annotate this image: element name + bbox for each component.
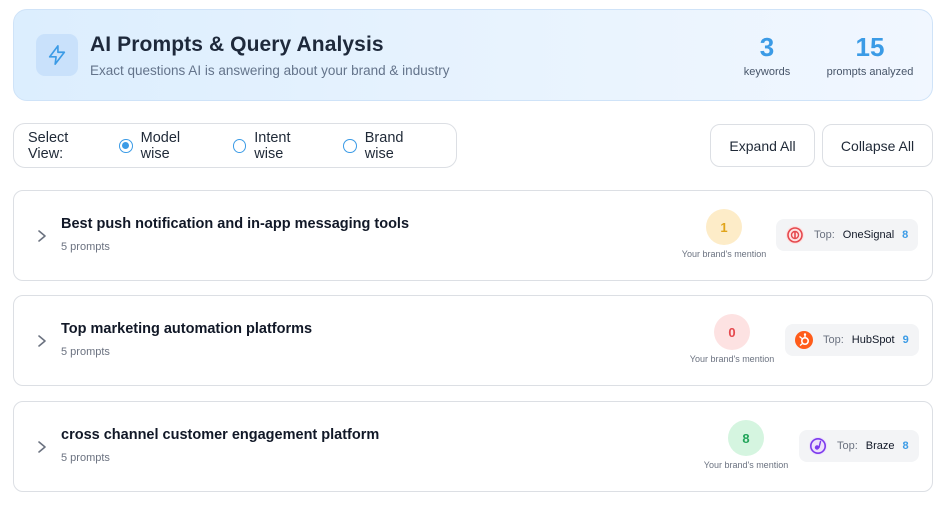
radio-brand-wise[interactable]: Brand wise <box>343 130 434 162</box>
keyword-card[interactable]: cross channel customer engagement platfo… <box>13 401 933 492</box>
radio-unchecked-icon[interactable] <box>232 138 247 153</box>
keyword-card[interactable]: Top marketing automation platforms 5 pro… <box>13 295 933 386</box>
chevron-right-icon[interactable] <box>36 229 48 243</box>
top-brand-pill: Top: OneSignal 8 <box>776 219 919 251</box>
keyword-card[interactable]: Best push notification and in-app messag… <box>13 190 933 281</box>
mention-count-badge: 1 <box>706 209 742 245</box>
top-label: Top: <box>814 229 835 241</box>
page-subtitle: Exact questions AI is answering about yo… <box>90 63 450 78</box>
mention-label: Your brand's mention <box>703 460 789 470</box>
prompt-count: 5 prompts <box>61 452 110 464</box>
top-brand-name: OneSignal <box>842 229 895 241</box>
keywords-label: keywords <box>743 66 791 78</box>
keyword-title: Best push notification and in-app messag… <box>61 216 410 232</box>
chevron-right-icon[interactable] <box>36 334 48 348</box>
keywords-stat: 3 keywords <box>734 31 800 78</box>
radio-intent-wise-label: Intent wise <box>254 129 291 162</box>
hubspot-logo-icon <box>795 331 813 349</box>
mention-label: Your brand's mention <box>689 354 775 364</box>
top-label: Top: <box>823 334 844 346</box>
braze-logo-icon <box>809 437 827 455</box>
mention-count-badge: 8 <box>728 420 764 456</box>
mention-label: Your brand's mention <box>681 249 767 259</box>
prompts-label: prompts analyzed <box>826 66 914 78</box>
top-brand-name: Braze <box>865 440 895 452</box>
lightning-icon <box>36 34 78 76</box>
brand-mention: 1 Your brand's mention <box>674 209 774 259</box>
view-selector: Select View: Model wise Intent wise Bran… <box>13 123 457 168</box>
prompt-count: 5 prompts <box>61 346 110 358</box>
mention-count-badge: 0 <box>714 314 750 350</box>
brand-mention: 0 Your brand's mention <box>682 314 782 364</box>
onesignal-logo-icon <box>786 226 804 244</box>
top-label: Top: <box>837 440 858 452</box>
keywords-count: 3 <box>759 32 775 62</box>
collapse-all-button[interactable]: Collapse All <box>822 124 933 167</box>
radio-model-wise[interactable]: Model wise <box>119 130 211 162</box>
view-selector-label: Select View: <box>28 129 69 162</box>
top-brand-count: 9 <box>902 334 909 346</box>
radio-brand-wise-label: Brand wise <box>364 129 404 162</box>
top-brand-name: HubSpot <box>851 334 895 346</box>
prompt-count: 5 prompts <box>61 241 110 253</box>
radio-intent-wise[interactable]: Intent wise <box>232 129 322 162</box>
prompts-count: 15 <box>855 32 885 62</box>
top-brand-count: 8 <box>902 440 909 452</box>
top-brand-pill: Top: Braze 8 <box>799 430 919 462</box>
brand-mention: 8 Your brand's mention <box>696 420 796 470</box>
expand-all-button[interactable]: Expand All <box>710 124 815 167</box>
radio-model-wise-label: Model wise <box>140 129 181 162</box>
analysis-header: AI Prompts & Query Analysis Exact questi… <box>13 9 933 101</box>
radio-unchecked-icon[interactable] <box>343 138 357 153</box>
prompts-stat: 15 prompts analyzed <box>822 31 918 78</box>
top-brand-count: 8 <box>902 229 909 241</box>
keyword-title: Top marketing automation platforms <box>61 321 313 337</box>
keyword-title: cross channel customer engagement platfo… <box>61 427 380 443</box>
chevron-right-icon[interactable] <box>36 440 48 454</box>
top-brand-pill: Top: HubSpot 9 <box>785 324 919 356</box>
page-title: AI Prompts & Query Analysis <box>90 33 384 56</box>
radio-checked-icon[interactable] <box>119 138 133 153</box>
